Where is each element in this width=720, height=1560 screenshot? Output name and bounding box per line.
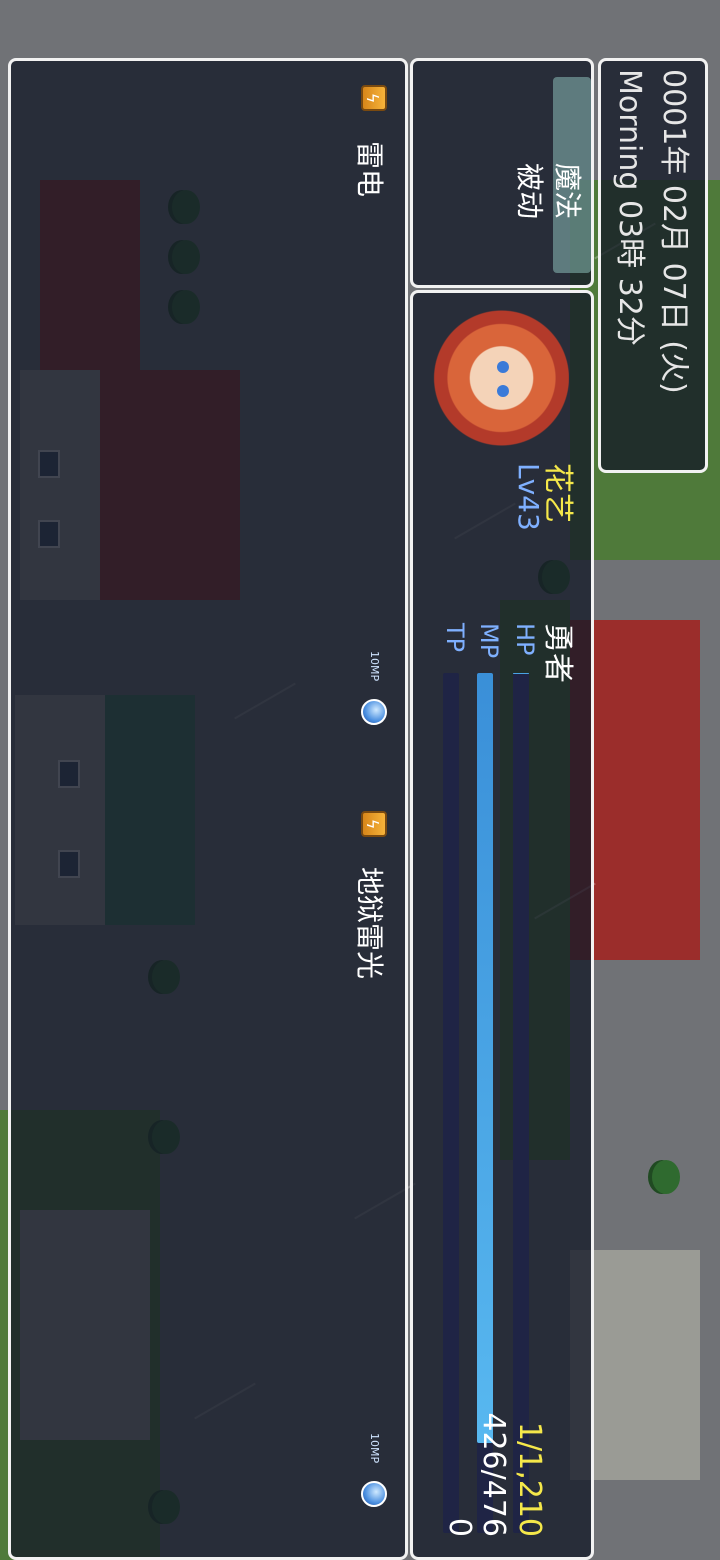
lightning-icon: ϟ: [361, 811, 387, 837]
mp-label: MP: [475, 623, 503, 659]
menu-item-magic-label: 魔法: [551, 163, 584, 220]
datetime-window: 0001年 02月 07日 (火) Morning 03時 32分: [598, 58, 708, 473]
game-viewport: 0001年 02月 07日 (火) Morning 03時 32分 魔法 被动 …: [0, 0, 720, 1560]
mp-gauge-fill: [477, 673, 493, 1443]
datetime-time: Morning 03時 32分: [612, 69, 647, 346]
mp-value: 426/476: [476, 1412, 511, 1537]
mp-gauge: [477, 673, 493, 1533]
actor-level: Lv43: [512, 463, 545, 531]
menu-item-passive-label: 被动: [513, 163, 546, 220]
skill-name: 地狱雷光: [353, 867, 386, 980]
actor-class: 勇者: [540, 623, 575, 683]
skill-list-window: ϟ 雷电 10MP ϟ 地狱雷光 10MP: [8, 58, 408, 1560]
tp-label: TP: [441, 623, 469, 653]
hp-gauge-fill: [513, 673, 529, 674]
datetime-date: 0001年 02月 07日 (火): [656, 69, 691, 394]
hp-label: HP: [511, 623, 539, 656]
skill-item-hell-thunder[interactable]: ϟ 地狱雷光 10MP: [353, 801, 391, 1541]
hp-value: 1/1,210: [512, 1421, 547, 1537]
skill-cost: 10MP: [368, 1433, 381, 1464]
mp-orb-icon: [361, 1481, 387, 1507]
command-window: 魔法 被动: [410, 58, 594, 288]
actor-status-window[interactable]: 花艺 Lv43 勇者 HP 1/1,210 MP 426/476 TP 0: [410, 290, 594, 1560]
actor-name: 花艺: [540, 463, 575, 523]
hp-gauge: [513, 673, 529, 1533]
lightning-icon: ϟ: [361, 85, 387, 111]
actor-face-portrait: [419, 303, 569, 453]
skill-cost: 10MP: [368, 651, 381, 682]
skill-name: 雷电: [353, 141, 386, 198]
menu-item-magic[interactable]: 魔法: [551, 77, 591, 273]
eye-icon: [497, 361, 509, 373]
eye-icon: [497, 385, 509, 397]
menu-item-passive[interactable]: 被动: [513, 77, 553, 273]
mp-orb-icon: [361, 699, 387, 725]
tp-value: 0: [442, 1517, 477, 1537]
tp-gauge: [443, 673, 459, 1533]
skill-item-thunder[interactable]: ϟ 雷电 10MP: [353, 75, 391, 725]
game-screen: 0001年 02月 07日 (火) Morning 03時 32分 魔法 被动 …: [0, 0, 720, 1560]
